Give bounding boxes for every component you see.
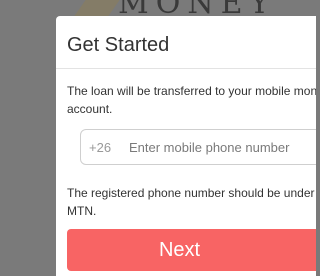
modal-divider (56, 68, 316, 69)
phone-number-field[interactable]: +26 (80, 129, 316, 165)
next-button[interactable]: Next (67, 229, 316, 271)
phone-number-input[interactable] (129, 130, 316, 164)
registered-number-info-text: The registered phone number should be un… (67, 186, 316, 218)
modal-title: Get Started (67, 34, 170, 56)
country-code-prefix: +26 (89, 140, 112, 155)
get-started-modal: Get Started The loan will be transferred… (56, 16, 316, 276)
transfer-info-text: The loan will be transferred to your mob… (67, 84, 316, 116)
